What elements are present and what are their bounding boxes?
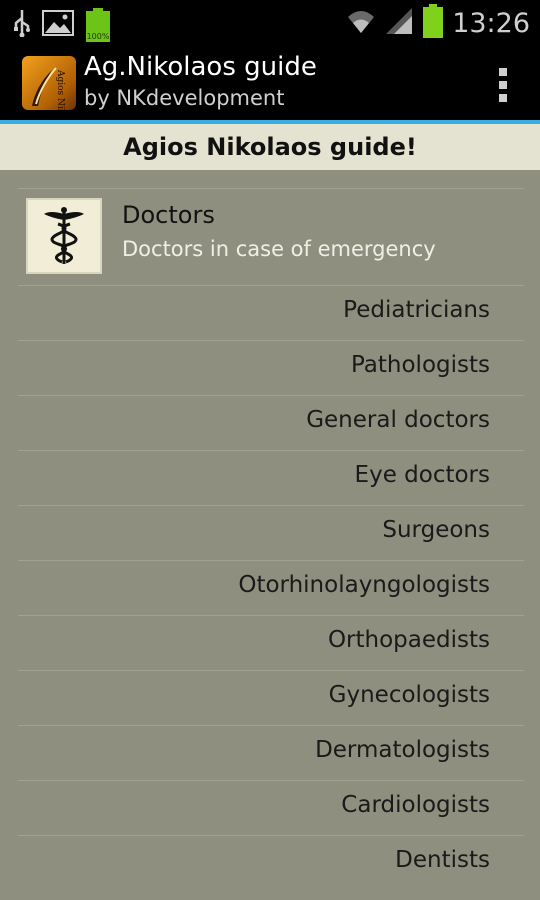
doctor-list: Doctors Doctors in case of emergency Ped… bbox=[18, 188, 524, 890]
list-item-label: Dermatologists bbox=[315, 737, 490, 763]
list-item-eye-doctors[interactable]: Eye doctors bbox=[18, 451, 524, 506]
list-item-label: Gynecologists bbox=[328, 682, 490, 708]
category-doctors[interactable]: Doctors Doctors in case of emergency bbox=[18, 189, 524, 286]
list-item-otorhinolaryngologists[interactable]: Otorhinolayngologists bbox=[18, 561, 524, 616]
list-item-label: Otorhinolayngologists bbox=[238, 572, 490, 598]
page-title: Agios Nikolaos guide! bbox=[123, 133, 417, 161]
image-icon bbox=[42, 10, 74, 40]
wifi-icon bbox=[346, 7, 376, 39]
battery-icon bbox=[422, 4, 444, 42]
list-item-dermatologists[interactable]: Dermatologists bbox=[18, 726, 524, 781]
clock: 13:26 bbox=[452, 7, 530, 39]
signal-icon bbox=[384, 6, 414, 40]
category-description: Doctors in case of emergency bbox=[122, 237, 436, 261]
list-item-label: Cardiologists bbox=[341, 792, 490, 818]
battery-percent-label: 100% bbox=[86, 32, 110, 41]
app-subtitle: by NKdevelopment bbox=[84, 86, 285, 110]
action-bar: Agios Nikolaos Ag.Nikolaos guide by NKde… bbox=[0, 44, 540, 124]
status-bar: 100% 13:26 bbox=[0, 0, 540, 44]
list-item-label: Orthopaedists bbox=[327, 627, 490, 653]
list-item-pathologists[interactable]: Pathologists bbox=[18, 341, 524, 396]
list-item-general-doctors[interactable]: General doctors bbox=[18, 396, 524, 451]
logo-text: Agios Nikolaos bbox=[55, 69, 65, 110]
list-item-orthopaedists[interactable]: Orthopaedists bbox=[18, 616, 524, 671]
page-header: Agios Nikolaos guide! bbox=[0, 124, 540, 170]
usb-icon bbox=[12, 9, 32, 41]
overflow-menu-icon[interactable] bbox=[498, 68, 508, 102]
list-item-gynecologists[interactable]: Gynecologists bbox=[18, 671, 524, 726]
list-item-label: Pediatricians bbox=[343, 297, 490, 323]
list-item-label: Surgeons bbox=[382, 517, 490, 543]
list-item-dentists[interactable]: Dentists bbox=[18, 836, 524, 890]
system-icons: 13:26 bbox=[346, 4, 530, 42]
list-item-pediatricians[interactable]: Pediatricians bbox=[18, 286, 524, 341]
list-item-label: Dentists bbox=[395, 847, 490, 873]
category-title: Doctors bbox=[122, 201, 215, 229]
list-item-cardiologists[interactable]: Cardiologists bbox=[18, 781, 524, 836]
notification-icons: 100% bbox=[12, 8, 112, 42]
app-title: Ag.Nikolaos guide bbox=[84, 52, 317, 82]
app-logo[interactable]: Agios Nikolaos bbox=[22, 56, 76, 110]
list-item-label: Pathologists bbox=[350, 352, 490, 378]
caduceus-icon bbox=[26, 198, 102, 274]
list-item-label: Eye doctors bbox=[354, 462, 490, 488]
battery-charged-icon: 100% bbox=[84, 8, 112, 42]
list-item-surgeons[interactable]: Surgeons bbox=[18, 506, 524, 561]
list-item-label: General doctors bbox=[306, 407, 490, 433]
